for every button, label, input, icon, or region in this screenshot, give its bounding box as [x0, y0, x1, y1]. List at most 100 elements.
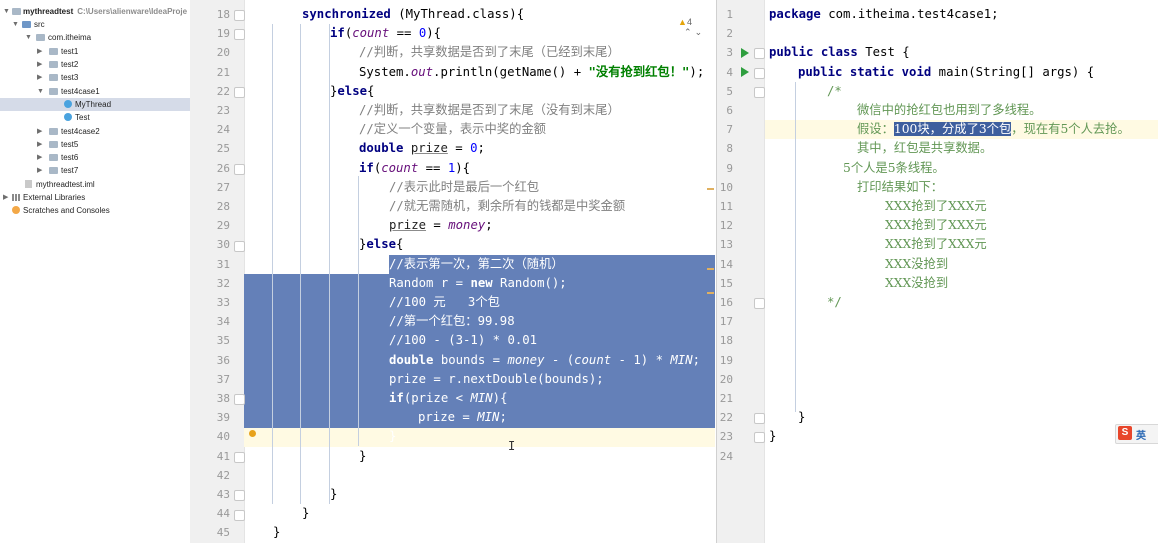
tree-item-test4case2[interactable]: ▶ test4case2 — [0, 125, 190, 138]
fold-marker-icon[interactable] — [754, 432, 765, 443]
code-line: 假设：100块，分成了3个包，现在有5个人去抢。 — [857, 122, 1130, 136]
tree-item-test3[interactable]: ▶ test3 — [0, 71, 190, 84]
inspection-widget[interactable]: ▲4 ⌃ ⌄ — [668, 7, 702, 48]
line-number: 31 — [216, 258, 230, 271]
line-number: 5 — [726, 85, 733, 98]
class-icon — [64, 113, 72, 121]
line-number: 13 — [719, 238, 733, 251]
error-stripe-mark[interactable] — [707, 188, 714, 190]
tree-item-mythread[interactable]: MyThread — [0, 98, 190, 111]
tree-item-test1[interactable]: ▶ test1 — [0, 45, 190, 58]
error-stripe-mark[interactable] — [707, 292, 714, 294]
line-number: 18 — [719, 334, 733, 347]
code-line: 5个人是5条线程。 — [843, 161, 945, 175]
code-line: package com.itheima.test4case1; — [769, 7, 999, 21]
line-number: 3 — [726, 46, 733, 59]
chevron-right-icon[interactable]: ▶ — [3, 191, 8, 204]
tree-item-label: test5 — [61, 140, 79, 149]
chevron-down-icon[interactable]: ▼ — [37, 85, 44, 98]
fold-marker-icon[interactable] — [754, 68, 765, 79]
fold-marker-icon[interactable] — [234, 394, 245, 405]
run-main-icon[interactable] — [741, 67, 749, 77]
tree-item-label: com.itheima — [48, 33, 92, 42]
code-line: //判断，共享数据是否到了末尾（没有到末尾） — [359, 103, 620, 117]
tree-item-test4case1[interactable]: ▼ test4case1 — [0, 85, 190, 98]
chevron-right-icon[interactable]: ▶ — [37, 125, 42, 138]
tree-item-test[interactable]: Test — [0, 111, 190, 124]
line-number: 8 — [726, 142, 733, 155]
fold-marker-icon[interactable] — [754, 298, 765, 309]
chevron-right-icon[interactable]: ▶ — [37, 58, 42, 71]
fold-marker-icon[interactable] — [754, 87, 765, 98]
fold-marker-icon[interactable] — [754, 413, 765, 424]
code-line: XXX抢到了XXX元 — [885, 199, 987, 213]
fold-marker-icon[interactable] — [234, 452, 245, 463]
line-number: 36 — [216, 354, 230, 367]
code-line: } — [273, 525, 281, 539]
package-icon — [49, 88, 58, 95]
chevron-right-icon[interactable]: ▶ — [37, 164, 42, 177]
tree-item-iml[interactable]: mythreadtest.iml — [0, 178, 190, 191]
line-number: 40 — [216, 430, 230, 443]
fold-marker-icon[interactable] — [234, 10, 245, 21]
tree-item-test2[interactable]: ▶ test2 — [0, 58, 190, 71]
fold-marker-icon[interactable] — [234, 29, 245, 40]
chevron-right-icon[interactable]: ▶ — [37, 71, 42, 84]
tree-item-test6[interactable]: ▶ test6 — [0, 151, 190, 164]
code-line: */ — [827, 295, 842, 309]
tree-item-label: test7 — [61, 166, 79, 175]
fold-marker-icon[interactable] — [754, 48, 765, 59]
chevron-right-icon[interactable]: ▶ — [37, 151, 42, 164]
code-line: //定义一个变量，表示中奖的金额 — [359, 122, 546, 136]
code-line: double bounds = money - (count - 1) * MI… — [389, 353, 701, 367]
code-line: public static void main(String[] args) { — [798, 65, 1095, 79]
chevron-right-icon[interactable]: ▶ — [37, 138, 42, 151]
indent-guide — [795, 82, 796, 412]
ime-language-label[interactable]: 英 — [1136, 427, 1146, 442]
line-number: 23 — [216, 104, 230, 117]
right-editor[interactable]: 1 2 3 4 5 6 7 8 9 10 11 12 13 14 15 16 1… — [716, 0, 1158, 543]
code-line: } — [389, 429, 397, 443]
line-number: 43 — [216, 488, 230, 501]
current-line-highlight — [244, 428, 715, 447]
line-number: 7 — [726, 123, 733, 136]
tree-item-label: test3 — [61, 73, 79, 82]
code-line: }else{ — [359, 237, 404, 251]
line-number: 21 — [216, 66, 230, 79]
line-number: 10 — [719, 181, 733, 194]
code-line: //判断，共享数据是否到了末尾（已经到末尾） — [359, 45, 620, 59]
code-line: prize = money; — [389, 218, 493, 232]
fold-marker-icon[interactable] — [234, 87, 245, 98]
fold-marker-icon[interactable] — [234, 490, 245, 501]
code-line: 打印结果如下： — [857, 180, 944, 194]
chevron-right-icon[interactable]: ▶ — [37, 45, 42, 58]
code-line: if(count == 0){ — [330, 26, 442, 40]
chevron-down-icon[interactable]: ▼ — [3, 5, 10, 18]
tree-item-src[interactable]: ▼ src — [0, 18, 190, 31]
fold-marker-icon[interactable] — [234, 164, 245, 175]
error-stripe-mark[interactable] — [707, 268, 714, 270]
line-number: 2 — [726, 27, 733, 40]
chevron-up-icon[interactable]: ⌃ — [684, 27, 692, 37]
tree-item-test5[interactable]: ▶ test5 — [0, 138, 190, 151]
fold-marker-icon[interactable] — [234, 241, 245, 252]
tree-item-com-itheima[interactable]: ▼ com.itheima — [0, 31, 190, 44]
scratches-icon — [12, 206, 20, 214]
run-class-icon[interactable] — [741, 48, 749, 58]
line-number: 37 — [216, 373, 230, 386]
left-editor[interactable]: 18 19 20 21 22 23 24 25 26 27 28 29 30 3… — [190, 0, 715, 543]
tree-item-label: External Libraries — [23, 193, 86, 202]
fold-marker-icon[interactable] — [234, 510, 245, 521]
chevron-down-icon[interactable]: ▼ — [25, 31, 32, 44]
chevron-down-icon[interactable]: ▼ — [12, 18, 19, 31]
tree-item-label: src — [34, 20, 45, 29]
tree-item-external-libraries[interactable]: ▶ External Libraries — [0, 191, 190, 204]
chevron-down-icon[interactable]: ⌄ — [695, 27, 703, 37]
tree-item-test7[interactable]: ▶ test7 — [0, 164, 190, 177]
tree-item-scratches[interactable]: Scratches and Consoles — [0, 204, 190, 217]
bookmark-dot-icon[interactable] — [249, 430, 256, 437]
line-number: 6 — [726, 104, 733, 117]
ime-toolbar[interactable]: S 英 — [1115, 424, 1158, 444]
tree-item-mythreadtest[interactable]: ▼ mythreadtest C:\Users\alienware\IdeaPro… — [0, 5, 190, 18]
package-icon — [49, 74, 58, 81]
